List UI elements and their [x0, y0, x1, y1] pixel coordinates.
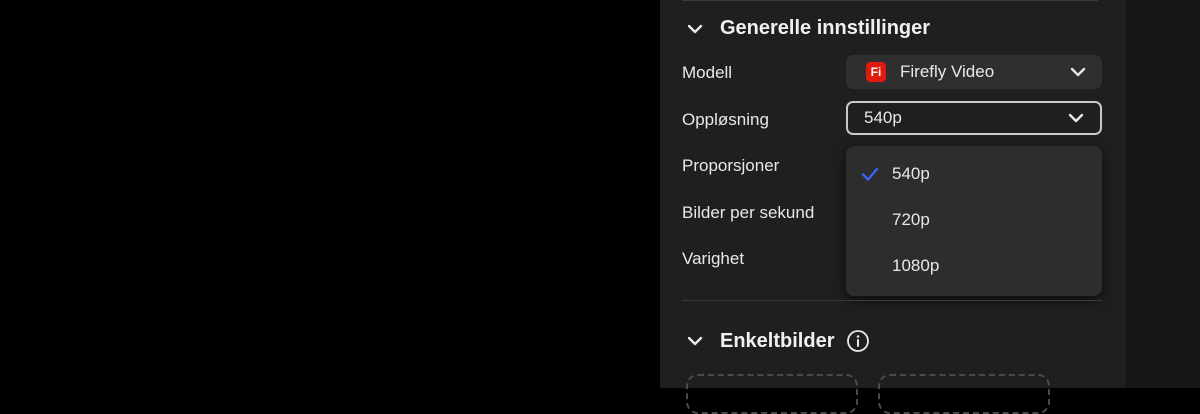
keyframe-slot-first[interactable]: [686, 374, 858, 414]
preview-canvas: [0, 0, 660, 388]
keyframes-title: Enkeltbilder: [720, 329, 835, 352]
firefly-badge-icon: Fi: [866, 62, 886, 82]
section-divider: [682, 300, 1102, 301]
info-icon[interactable]: [846, 329, 870, 353]
chevron-down-icon: [686, 20, 704, 38]
aspect-ratio-label: Proporsjoner: [682, 156, 780, 175]
model-value: Firefly Video: [900, 62, 995, 81]
duration-label: Varighet: [682, 249, 745, 268]
keyframes-header[interactable]: Enkeltbilder: [686, 329, 870, 353]
right-strip: [1126, 0, 1200, 388]
keyframe-slot-last[interactable]: [878, 374, 1050, 414]
resolution-dropdown: 540p 720p 1080p: [846, 146, 1102, 296]
top-divider: [682, 0, 1098, 1]
resolution-option-720p[interactable]: 720p: [846, 197, 1102, 243]
option-label: 1080p: [892, 256, 940, 275]
check-icon: [860, 164, 880, 184]
chevron-down-icon: [1070, 64, 1086, 80]
model-select[interactable]: Fi Firefly Video: [846, 55, 1102, 89]
resolution-select[interactable]: 540p: [846, 101, 1102, 135]
general-settings-header[interactable]: Generelle innstillinger: [686, 17, 930, 40]
chevron-down-icon: [686, 332, 704, 350]
chevron-down-icon: [1068, 110, 1084, 126]
option-label: 540p: [892, 164, 930, 183]
option-label: 720p: [892, 210, 930, 229]
general-settings-title: Generelle innstillinger: [720, 17, 931, 39]
model-label: Modell: [682, 63, 733, 82]
resolution-value: 540p: [864, 108, 902, 127]
resolution-label: Oppløsning: [682, 110, 769, 129]
resolution-option-540p[interactable]: 540p: [846, 151, 1102, 197]
resolution-option-1080p[interactable]: 1080p: [846, 243, 1102, 289]
fps-label: Bilder per sekund: [682, 203, 815, 222]
